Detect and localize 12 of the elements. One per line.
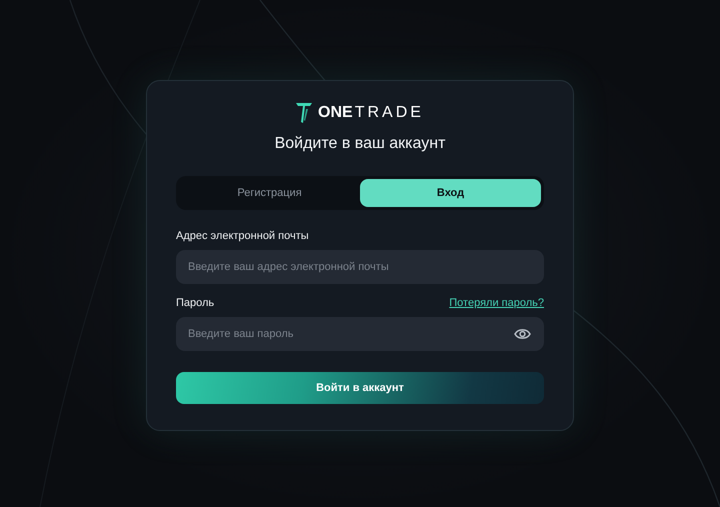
tab[interactable]: Регистрация [179, 179, 360, 207]
tab[interactable]: Вход [360, 179, 541, 207]
page-title: Войдите в ваш аккаунт [274, 135, 446, 153]
logo-icon [296, 103, 312, 123]
forgot-password-link[interactable]: Потеряли пароль? [449, 297, 544, 309]
password-field[interactable]: Введите ваш пароль [176, 317, 544, 351]
eye-icon[interactable] [514, 328, 531, 340]
login-button[interactable]: Войти в аккаунт [176, 372, 544, 404]
logo-wordmark: ONETRADE [318, 104, 424, 122]
email-field[interactable]: Введите ваш адрес электронной почты [176, 250, 544, 284]
field-label: Пароль [176, 297, 214, 309]
field-label: Адрес электронной почты [176, 230, 309, 242]
